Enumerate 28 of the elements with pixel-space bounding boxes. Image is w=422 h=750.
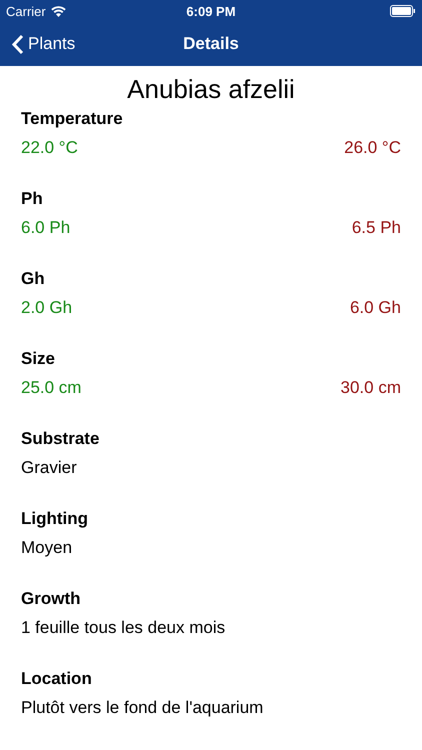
max-value: 30.0 cm [340,378,401,398]
section-label: Substrate [21,429,100,449]
chevron-icon [12,34,24,54]
battery-icon [390,5,416,17]
section-label: Gh [21,269,46,289]
section-label: Growth [21,589,82,609]
status-time: 6:09 PM [186,4,236,18]
max-value: 26.0 °C [344,138,401,158]
carrier-text: Carrier [6,4,46,18]
screen-title: Details [183,34,239,54]
value-text: Plutôt vers le fond de l'aquarium [21,698,264,718]
max-value: 6.0 Gh [350,298,401,318]
section-label: Temperature [21,109,124,129]
plant-name: Anubias afzelii [126,73,296,106]
value-text: Moyen [21,538,72,558]
min-value: 25.0 cm [21,378,82,398]
value-text: 1 feuille tous les deux mois [21,618,226,638]
back-button[interactable]: Plants [0,32,82,56]
min-value: 22.0 °C [21,138,78,158]
max-value: 6.5 Ph [352,218,401,238]
value-text: Gravier [21,458,77,478]
section-label: Lighting [21,509,90,529]
min-value: 2.0 Gh [21,298,72,318]
section-label: Size [21,349,56,369]
section-label: Ph [21,189,44,209]
min-value: 6.0 Ph [21,218,70,238]
wifi-icon [50,6,66,16]
section-label: Location [21,669,93,689]
